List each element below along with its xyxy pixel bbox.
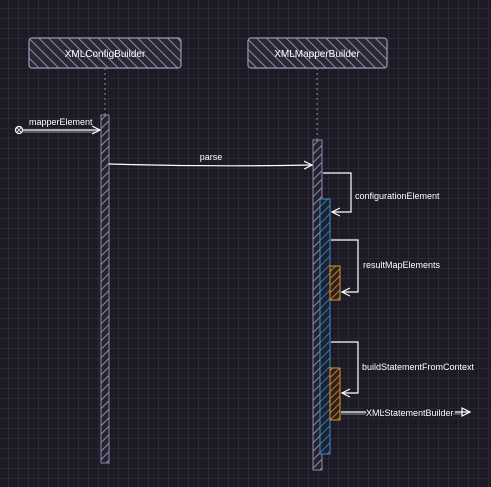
message-result-map-elements-label: resultMapElements bbox=[363, 260, 441, 270]
sequence-diagram: XMLConfigBuilder XMLMapperBuilder mapper… bbox=[14, 37, 475, 471]
message-result-map-elements[interactable]: resultMapElements bbox=[331, 239, 441, 292]
participant-xmlmapperbuilder-label: XMLMapperBuilder bbox=[274, 49, 360, 60]
activation-build-statement[interactable] bbox=[329, 367, 341, 421]
message-mapper-element-label: mapperElement bbox=[29, 117, 93, 127]
message-parse[interactable]: parse bbox=[108, 152, 312, 166]
message-build-statement-from-context-label: buildStatementFromContext bbox=[362, 362, 475, 372]
participant-xmlconfigbuilder-label: XMLConfigBuilder bbox=[65, 49, 146, 60]
message-build-statement-from-context[interactable]: buildStatementFromContext bbox=[331, 341, 475, 393]
message-mapper-element[interactable]: mapperElement bbox=[14, 117, 101, 134]
activation-result-map[interactable] bbox=[329, 265, 341, 301]
message-xml-statement-builder[interactable]: XMLStatementBuilder bbox=[341, 407, 472, 420]
sequence-diagram-canvas: XMLConfigBuilder XMLMapperBuilder mapper… bbox=[0, 0, 491, 487]
message-configuration-element[interactable]: configurationElement bbox=[323, 172, 440, 212]
found-message-cross-icon bbox=[15, 126, 23, 134]
participant-xmlmapperbuilder[interactable]: XMLMapperBuilder bbox=[247, 37, 388, 69]
activation-nested-blue[interactable] bbox=[319, 198, 331, 455]
message-parse-label: parse bbox=[200, 152, 223, 162]
message-configuration-element-label: configurationElement bbox=[355, 191, 440, 201]
message-xml-statement-builder-label: XMLStatementBuilder bbox=[366, 408, 454, 418]
activation-xmlconfigbuilder[interactable] bbox=[100, 114, 110, 464]
participant-xmlconfigbuilder[interactable]: XMLConfigBuilder bbox=[28, 37, 182, 69]
